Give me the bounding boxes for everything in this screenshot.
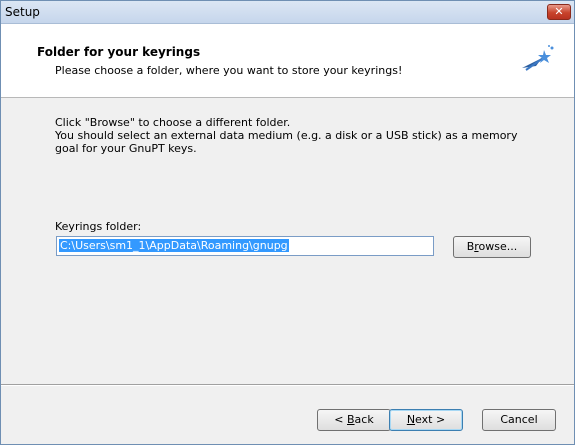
page-subtitle: Please choose a folder, where you want t… bbox=[55, 64, 403, 77]
back-label: < bbox=[334, 413, 347, 426]
page-title: Folder for your keyrings bbox=[37, 45, 201, 59]
browse-button[interactable]: Browse... bbox=[453, 236, 531, 258]
wizard-footer: < Back Next > Cancel bbox=[1, 386, 574, 444]
browse-label-rest: owse... bbox=[478, 240, 518, 253]
close-button[interactable]: ✕ bbox=[547, 4, 571, 20]
instructions-line: You should select an external data mediu… bbox=[55, 129, 518, 142]
instructions-line: Click "Browse" to choose a different fol… bbox=[55, 116, 291, 129]
window-title: Setup bbox=[5, 5, 40, 19]
wizard-star-icon bbox=[522, 45, 554, 71]
keyrings-folder-input[interactable]: C:\Users\sm1_1\AppData\Roaming\gnupg bbox=[56, 236, 434, 256]
wizard-header: Folder for your keyrings Please choose a… bbox=[1, 24, 574, 98]
next-accesskey: N bbox=[406, 413, 416, 426]
title-bar[interactable]: Setup ✕ bbox=[1, 1, 574, 24]
back-label-rest: ack bbox=[354, 413, 374, 426]
wizard-content: Click "Browse" to choose a different fol… bbox=[1, 98, 574, 384]
next-button[interactable]: Next > bbox=[389, 409, 463, 431]
back-accesskey: B bbox=[347, 413, 355, 426]
instructions-text: Click "Browse" to choose a different fol… bbox=[55, 116, 535, 155]
close-icon: ✕ bbox=[554, 5, 564, 18]
keyrings-folder-value: C:\Users\sm1_1\AppData\Roaming\gnupg bbox=[59, 239, 289, 252]
back-button[interactable]: < Back bbox=[317, 409, 391, 431]
instructions-line: goal for your GnuPT keys. bbox=[55, 142, 197, 155]
keyrings-folder-label: Keyrings folder: bbox=[55, 220, 142, 233]
next-label: ext > bbox=[415, 413, 446, 426]
setup-window: Setup ✕ Folder for your keyrings Please … bbox=[0, 0, 575, 445]
cancel-button[interactable]: Cancel bbox=[482, 409, 556, 431]
